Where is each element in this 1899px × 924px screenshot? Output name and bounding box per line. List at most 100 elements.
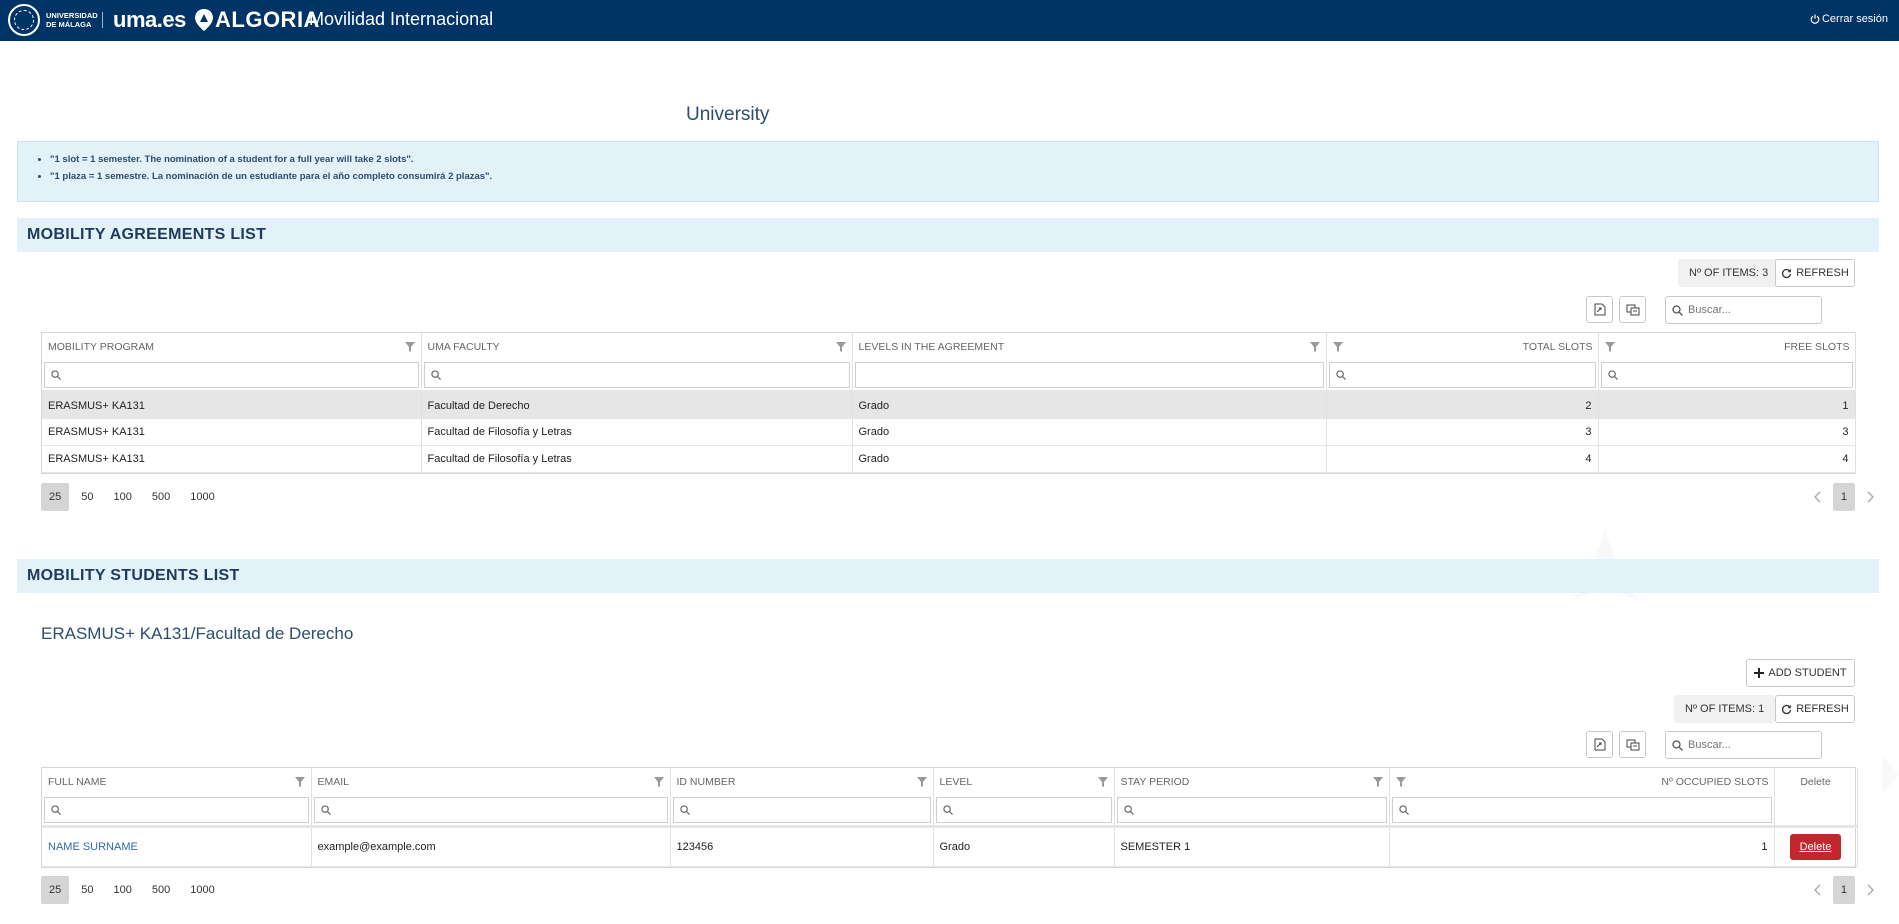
cell-mobility-program: ERASMUS+ KA131: [42, 391, 422, 419]
agreements-search-input[interactable]: [1688, 304, 1808, 316]
cell-uma-faculty: Facultad de Filosofía y Letras: [421, 445, 853, 473]
cell-total-slots: 3: [1326, 418, 1599, 446]
agreements-refresh-button[interactable]: REFRESH: [1775, 259, 1855, 287]
table-row[interactable]: ERASMUS+ KA131 Facultad de Filosofía y L…: [42, 418, 1856, 446]
cell-occupied-slots: 1: [1389, 826, 1775, 867]
column-header-total-slots[interactable]: TOTAL SLOTS: [1326, 333, 1599, 360]
logout-button[interactable]: Cerrar sesión: [1810, 13, 1888, 25]
students-search-box[interactable]: [1665, 731, 1822, 759]
uma-logo[interactable]: uma.es: [113, 7, 186, 33]
column-header-level[interactable]: LEVEL: [933, 768, 1115, 795]
column-header-free-slots[interactable]: FREE SLOTS: [1598, 333, 1856, 360]
agreements-page-size-selector: 25 50 100 500 1000: [41, 483, 227, 511]
table-row[interactable]: ERASMUS+ KA131 Facultad de Filosofía y L…: [42, 445, 1856, 473]
university-seal-icon: [8, 4, 40, 36]
column-header-uma-faculty[interactable]: UMA FACULTY: [421, 333, 853, 360]
filter-input[interactable]: [935, 797, 1112, 823]
next-page-button[interactable]: [1863, 489, 1879, 505]
column-header-stay-period[interactable]: STAY PERIOD: [1114, 768, 1390, 795]
app-title: Movilidad Internacional: [309, 9, 494, 29]
page-number[interactable]: 1: [1832, 483, 1855, 511]
table-row[interactable]: ERASMUS+ KA131 Facultad de Derecho Grado…: [42, 391, 1856, 419]
column-chooser-icon: [1626, 739, 1639, 750]
students-column-chooser-button[interactable]: [1619, 731, 1646, 758]
column-header-full-name[interactable]: FULL NAME: [42, 768, 312, 795]
students-refresh-button[interactable]: REFRESH: [1775, 695, 1855, 723]
algoria-pin-icon: [195, 9, 213, 31]
filter-input[interactable]: [1328, 362, 1596, 388]
info-box: "1 slot = 1 semester. The nomination of …: [17, 141, 1879, 202]
table-row[interactable]: NAME SURNAME example@example.com 123456 …: [42, 826, 1858, 867]
info-line-es: "1 plaza = 1 semestre. La nominación de …: [50, 171, 492, 182]
filter-icon[interactable]: [1097, 777, 1108, 787]
filter-input[interactable]: [1116, 797, 1387, 823]
filter-input[interactable]: [313, 797, 668, 823]
page-size-option[interactable]: 25: [41, 876, 70, 904]
page-size-option[interactable]: 50: [73, 876, 101, 904]
column-header-mobility-program[interactable]: MOBILITY PROGRAM: [42, 333, 422, 360]
page-size-option[interactable]: 1000: [182, 876, 222, 904]
agreements-export-excel-button[interactable]: [1586, 296, 1613, 323]
cell-id-number: 123456: [670, 826, 934, 867]
page-number[interactable]: 1: [1832, 876, 1855, 904]
filter-icon[interactable]: [1604, 342, 1615, 352]
refresh-icon: [1782, 704, 1792, 714]
column-header-id-number[interactable]: ID NUMBER: [670, 768, 934, 795]
agreements-header-row: MOBILITY PROGRAM UMA FACULTY LEVELS IN T…: [42, 333, 1856, 360]
search-icon: [51, 370, 61, 380]
students-search-input[interactable]: [1688, 739, 1808, 751]
agreements-search-box[interactable]: [1665, 296, 1822, 324]
column-header-levels[interactable]: LEVELS IN THE AGREEMENT: [852, 333, 1327, 360]
delete-student-button[interactable]: Delete: [1789, 834, 1842, 860]
filter-input[interactable]: [672, 797, 931, 823]
page-size-option[interactable]: 500: [144, 483, 178, 511]
filter-input[interactable]: [44, 362, 419, 388]
filter-input[interactable]: [854, 362, 1324, 388]
cell-total-slots: 2: [1326, 391, 1599, 419]
students-page-size-selector: 25 50 100 500 1000: [41, 876, 227, 904]
students-export-excel-button[interactable]: [1586, 731, 1613, 758]
students-grid: FULL NAME EMAIL ID NUMBER LEVEL STAY PER…: [41, 767, 1858, 868]
filter-icon[interactable]: [916, 777, 927, 787]
page-size-option[interactable]: 25: [41, 483, 70, 511]
chevron-right-icon: [1867, 884, 1874, 896]
search-icon: [1123, 805, 1134, 815]
filter-icon[interactable]: [404, 342, 415, 352]
search-icon: [1672, 304, 1683, 316]
logout-label: Cerrar sesión: [1821, 13, 1888, 25]
cell-level: Grado: [852, 418, 1327, 446]
next-page-button[interactable]: [1863, 882, 1879, 898]
page-size-option[interactable]: 100: [106, 483, 140, 511]
cell-full-name[interactable]: NAME SURNAME: [42, 826, 312, 867]
previous-page-button[interactable]: [1809, 489, 1825, 505]
column-header-occupied-slots[interactable]: Nº OCCUPIED SLOTS: [1389, 768, 1775, 795]
filter-icon[interactable]: [294, 777, 305, 787]
previous-page-button[interactable]: [1809, 882, 1825, 898]
filter-icon[interactable]: [1309, 342, 1320, 352]
filter-input[interactable]: [423, 362, 850, 388]
search-icon: [942, 805, 953, 815]
cell-level: Grado: [852, 445, 1327, 473]
page-size-option[interactable]: 100: [106, 876, 140, 904]
university-name-line2: DE MÁLAGA: [46, 20, 92, 29]
filter-icon[interactable]: [653, 777, 664, 787]
agreements-column-chooser-button[interactable]: [1619, 296, 1646, 323]
students-items-count: Nº OF ITEMS: 1: [1674, 695, 1776, 723]
add-student-button[interactable]: ADD STUDENT: [1746, 659, 1855, 687]
students-section-header: MOBILITY STUDENTS LIST: [17, 559, 1879, 593]
filter-icon[interactable]: [1332, 342, 1343, 352]
column-header-email[interactable]: EMAIL: [311, 768, 671, 795]
filter-icon[interactable]: [1372, 777, 1383, 787]
student-name-link[interactable]: NAME SURNAME: [48, 841, 138, 853]
cell-free-slots: 1: [1598, 391, 1856, 419]
filter-input[interactable]: [1391, 797, 1772, 823]
page-size-option[interactable]: 500: [144, 876, 178, 904]
page-size-option[interactable]: 1000: [182, 483, 222, 511]
filter-icon[interactable]: [835, 342, 846, 352]
filter-icon[interactable]: [1395, 777, 1406, 787]
filter-input[interactable]: [44, 797, 309, 823]
chevron-left-icon: [1813, 491, 1821, 503]
page-size-option[interactable]: 50: [73, 483, 101, 511]
algoria-logo[interactable]: ALGORIA: [215, 7, 320, 33]
filter-input[interactable]: [1600, 362, 1853, 388]
